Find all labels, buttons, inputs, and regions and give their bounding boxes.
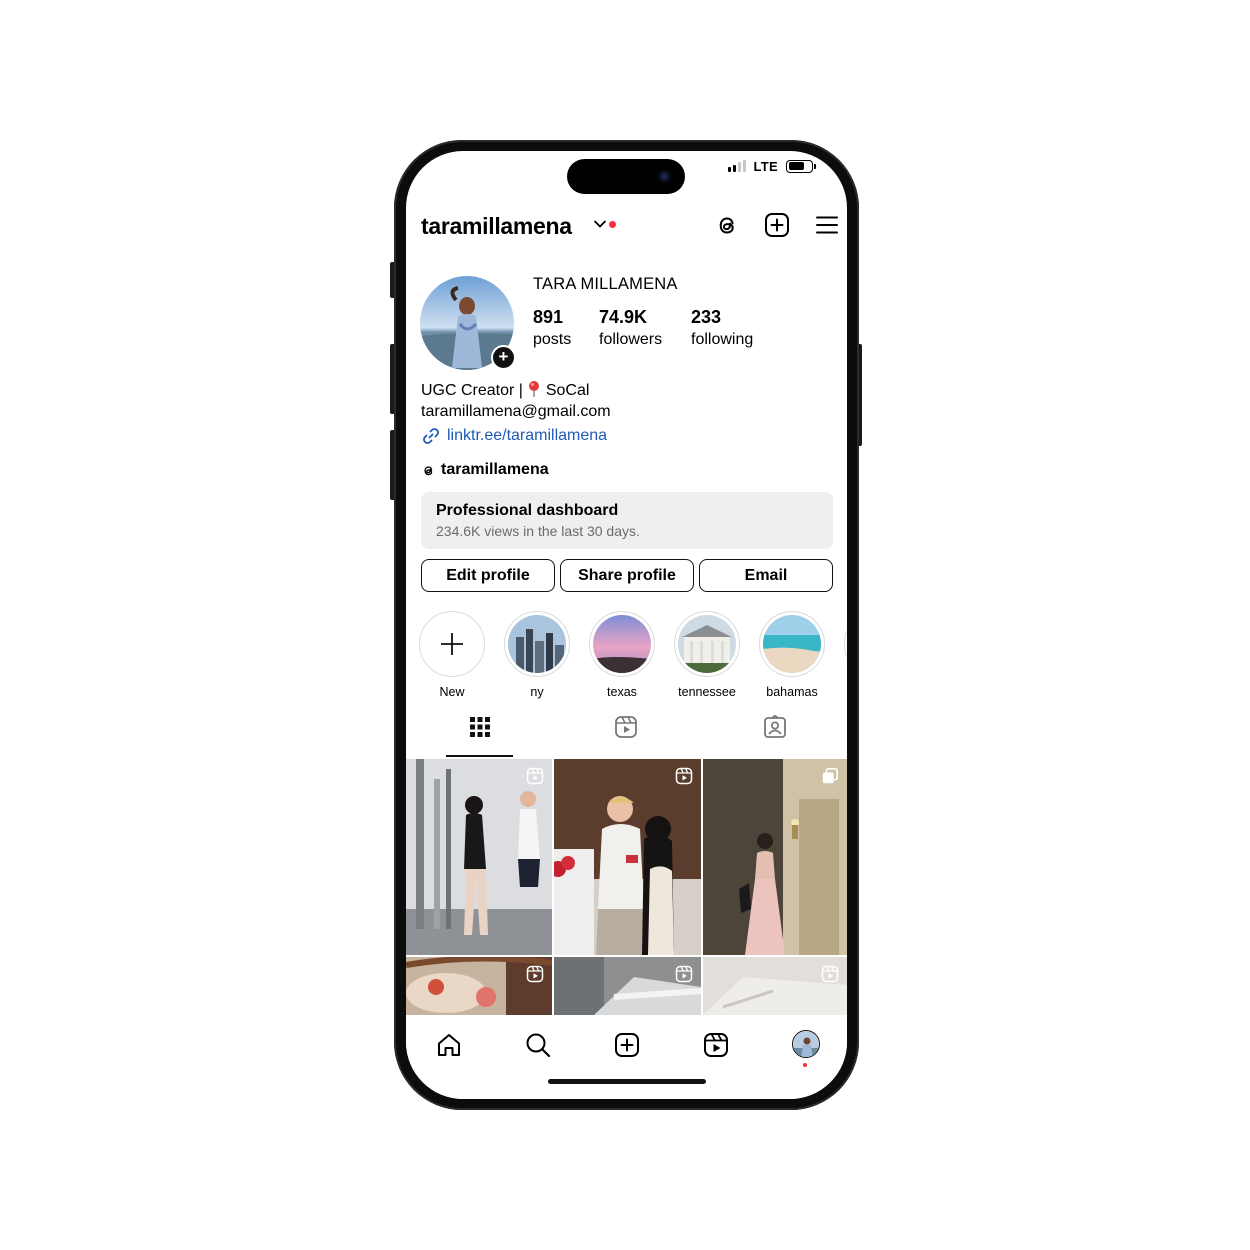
account-switcher-username[interactable]: taramillamena	[421, 213, 572, 240]
highlight-label: tennessee	[678, 685, 736, 699]
highlight-tennessee[interactable]: tennessee	[672, 611, 742, 699]
stat-following[interactable]: 233 following	[691, 307, 753, 349]
highlight-label: New	[439, 685, 465, 699]
highlight-partial[interactable]	[842, 611, 847, 677]
dynamic-island	[567, 159, 685, 194]
pin-icon	[529, 381, 540, 397]
highlight-ring	[589, 611, 655, 677]
highlight-ring	[844, 611, 847, 677]
reel-icon	[675, 767, 693, 785]
highlight-ring	[759, 611, 825, 677]
notification-dot	[803, 1063, 807, 1067]
dashboard-title: Professional dashboard	[436, 502, 619, 519]
grid-post[interactable]	[554, 957, 701, 1015]
threads-badge[interactable]: taramillamena	[421, 461, 549, 479]
tagged-icon	[764, 715, 786, 738]
create-icon[interactable]	[613, 1031, 641, 1059]
stat-posts-count: 891	[533, 307, 564, 327]
profile-link-text[interactable]: linktr.ee/taramillamena	[447, 427, 607, 445]
grid-post[interactable]	[554, 759, 701, 955]
grid-post[interactable]	[406, 759, 552, 955]
stat-posts-label: posts	[533, 331, 572, 348]
profile-link[interactable]: linktr.ee/taramillamena	[421, 426, 607, 446]
highlight-label: texas	[607, 685, 637, 699]
grid-post[interactable]	[406, 957, 552, 1015]
profile-header: taramillamena	[421, 211, 841, 243]
highlight-label: ny	[530, 685, 544, 699]
highlight-ring	[504, 611, 570, 677]
chevron-down-icon[interactable]	[593, 217, 607, 231]
network-type: LTE	[753, 158, 778, 174]
highlight-cover	[593, 615, 651, 673]
stat-followers-count: 74.9K	[599, 307, 648, 327]
reel-icon	[526, 965, 544, 983]
reel-icon	[675, 965, 693, 983]
highlight-ring	[419, 611, 485, 677]
tab-reels[interactable]	[612, 713, 640, 741]
battery-icon	[786, 159, 816, 173]
grid-icon	[470, 717, 490, 737]
grid-post[interactable]	[703, 957, 847, 1015]
dashboard-subtitle: 234.6K views in the last 30 days.	[436, 523, 640, 539]
highlight-new[interactable]: New	[417, 611, 487, 699]
notification-dot	[609, 221, 616, 228]
phone-screen: LTE taramillamena + TARA MILLAMENA 891 p…	[406, 151, 847, 1099]
professional-dashboard[interactable]: Professional dashboard 234.6K views in t…	[421, 492, 833, 549]
active-tab-indicator	[446, 755, 513, 757]
plus-icon	[423, 615, 481, 673]
tab-tagged[interactable]	[761, 713, 789, 741]
threads-icon	[424, 465, 433, 475]
reels-icon	[615, 716, 637, 738]
email-button[interactable]: Email	[699, 559, 833, 592]
bio-role: UGC Creator |	[421, 382, 523, 399]
edit-profile-button[interactable]: Edit profile	[421, 559, 555, 592]
menu-icon[interactable]	[813, 211, 841, 239]
phone-frame: LTE taramillamena + TARA MILLAMENA 891 p…	[394, 140, 859, 1110]
carousel-icon	[822, 767, 839, 784]
threads-handle-text: taramillamena	[441, 461, 549, 478]
home-indicator[interactable]	[548, 1079, 706, 1084]
threads-icon[interactable]	[713, 211, 741, 239]
stat-followers-label: followers	[599, 331, 663, 348]
stat-followers[interactable]: 74.9K followers	[599, 307, 662, 349]
create-icon[interactable]	[763, 211, 791, 239]
status-bar: LTE	[727, 158, 816, 174]
reel-icon	[526, 767, 544, 785]
link-icon	[423, 428, 439, 444]
reel-icon	[821, 965, 839, 983]
search-icon[interactable]	[524, 1031, 552, 1059]
highlight-cover	[763, 615, 821, 673]
home-icon[interactable]	[435, 1031, 463, 1059]
tab-grid[interactable]	[466, 713, 494, 741]
stat-posts[interactable]: 891 posts	[533, 307, 571, 349]
bio-email: taramillamena@gmail.com	[421, 403, 611, 420]
front-camera	[658, 170, 671, 183]
cellular-signal-icon	[727, 160, 746, 172]
highlight-bahamas[interactable]: bahamas	[757, 611, 827, 699]
highlight-ny[interactable]: ny	[502, 611, 572, 699]
profile-bio: UGC Creator | SoCal taramillamena@gmail.…	[421, 380, 611, 422]
profile-avatar[interactable]	[792, 1030, 820, 1058]
highlight-label: bahamas	[766, 685, 818, 699]
profile-avatar-container[interactable]: +	[420, 276, 516, 370]
reels-icon[interactable]	[702, 1031, 730, 1059]
highlight-cover	[678, 615, 736, 673]
highlight-cover	[508, 615, 566, 673]
share-profile-button[interactable]: Share profile	[560, 559, 694, 592]
bottom-navigation	[406, 1015, 847, 1099]
bio-line-1: UGC Creator | SoCal	[421, 380, 611, 401]
grid-post[interactable]	[703, 759, 847, 955]
highlight-ring	[674, 611, 740, 677]
bio-location: SoCal	[545, 382, 590, 399]
stat-following-count: 233	[691, 307, 722, 327]
highlight-texas[interactable]: texas	[587, 611, 657, 699]
add-story-icon[interactable]: +	[491, 345, 516, 370]
stat-following-label: following	[691, 331, 754, 348]
profile-full-name: TARA MILLAMENA	[533, 275, 678, 293]
